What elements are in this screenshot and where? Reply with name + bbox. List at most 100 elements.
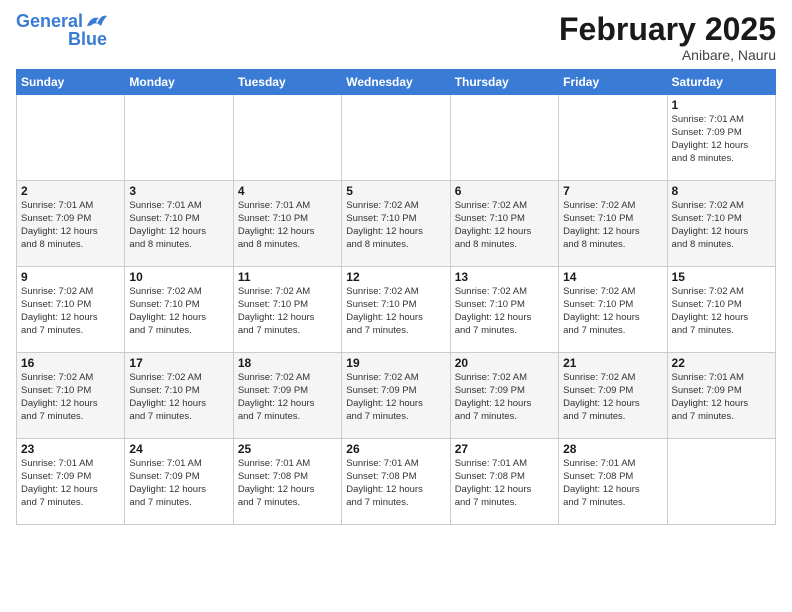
- day-number: 22: [672, 356, 771, 370]
- day-number: 11: [238, 270, 337, 284]
- day-cell: 1 Sunrise: 7:01 AM Sunset: 7:09 PM Daylig…: [667, 95, 775, 181]
- day-number: 7: [563, 184, 662, 198]
- day-cell: 6 Sunrise: 7:02 AM Sunset: 7:10 PM Daylig…: [450, 181, 558, 267]
- logo-blue-text: Blue: [68, 30, 107, 48]
- day-info: Sunrise: 7:02 AM Sunset: 7:10 PM Dayligh…: [563, 286, 662, 337]
- day-cell: [559, 95, 667, 181]
- calendar-table: SundayMondayTuesdayWednesdayThursdayFrid…: [16, 69, 776, 525]
- day-cell: 20 Sunrise: 7:02 AM Sunset: 7:09 PM Dayli…: [450, 353, 558, 439]
- day-cell: 4 Sunrise: 7:01 AM Sunset: 7:10 PM Daylig…: [233, 181, 341, 267]
- day-cell: 3 Sunrise: 7:01 AM Sunset: 7:10 PM Daylig…: [125, 181, 233, 267]
- header-saturday: Saturday: [667, 70, 775, 95]
- header-tuesday: Tuesday: [233, 70, 341, 95]
- day-number: 10: [129, 270, 228, 284]
- logo-text: General: [16, 12, 83, 30]
- day-number: 8: [672, 184, 771, 198]
- day-info: Sunrise: 7:01 AM Sunset: 7:09 PM Dayligh…: [21, 458, 120, 509]
- day-number: 6: [455, 184, 554, 198]
- header-sunday: Sunday: [17, 70, 125, 95]
- day-cell: 19 Sunrise: 7:02 AM Sunset: 7:09 PM Dayli…: [342, 353, 450, 439]
- day-cell: 15 Sunrise: 7:02 AM Sunset: 7:10 PM Dayli…: [667, 267, 775, 353]
- day-info: Sunrise: 7:02 AM Sunset: 7:10 PM Dayligh…: [672, 286, 771, 337]
- day-cell: [342, 95, 450, 181]
- day-info: Sunrise: 7:02 AM Sunset: 7:10 PM Dayligh…: [346, 200, 445, 251]
- calendar-header-row: SundayMondayTuesdayWednesdayThursdayFrid…: [17, 70, 776, 95]
- day-number: 28: [563, 442, 662, 456]
- day-cell: 10 Sunrise: 7:02 AM Sunset: 7:10 PM Dayli…: [125, 267, 233, 353]
- day-cell: 27 Sunrise: 7:01 AM Sunset: 7:08 PM Dayli…: [450, 439, 558, 525]
- day-cell: [233, 95, 341, 181]
- day-info: Sunrise: 7:02 AM Sunset: 7:10 PM Dayligh…: [129, 286, 228, 337]
- day-cell: 24Sunrise: 7:01 AM Sunset: 7:09 PM Dayli…: [125, 439, 233, 525]
- day-number: 15: [672, 270, 771, 284]
- calendar-title: February 2025: [559, 12, 776, 47]
- logo: General Blue: [16, 12, 107, 48]
- day-cell: 28 Sunrise: 7:01 AM Sunset: 7:08 PM Dayli…: [559, 439, 667, 525]
- header-wednesday: Wednesday: [342, 70, 450, 95]
- day-info: Sunrise: 7:01 AM Sunset: 7:10 PM Dayligh…: [238, 200, 337, 251]
- day-number: 20: [455, 356, 554, 370]
- day-info: Sunrise: 7:01 AM Sunset: 7:08 PM Dayligh…: [563, 458, 662, 509]
- day-info: Sunrise: 7:01 AM Sunset: 7:09 PM Dayligh…: [21, 200, 120, 251]
- logo-bird-icon: [85, 12, 107, 30]
- day-info: Sunrise: 7:01 AM Sunset: 7:09 PM Dayligh…: [672, 372, 771, 423]
- day-info: Sunrise: 7:02 AM Sunset: 7:09 PM Dayligh…: [346, 372, 445, 423]
- day-cell: 11 Sunrise: 7:02 AM Sunset: 7:10 PM Dayli…: [233, 267, 341, 353]
- day-cell: 17Sunrise: 7:02 AM Sunset: 7:10 PM Dayli…: [125, 353, 233, 439]
- day-info: Sunrise: 7:02 AM Sunset: 7:09 PM Dayligh…: [563, 372, 662, 423]
- header-monday: Monday: [125, 70, 233, 95]
- day-cell: 8 Sunrise: 7:02 AM Sunset: 7:10 PM Daylig…: [667, 181, 775, 267]
- header-thursday: Thursday: [450, 70, 558, 95]
- day-cell: 9 Sunrise: 7:02 AM Sunset: 7:10 PM Daylig…: [17, 267, 125, 353]
- day-cell: 5 Sunrise: 7:02 AM Sunset: 7:10 PM Daylig…: [342, 181, 450, 267]
- day-info: Sunrise: 7:02 AM Sunset: 7:10 PM Dayligh…: [455, 200, 554, 251]
- day-number: 14: [563, 270, 662, 284]
- day-number: 13: [455, 270, 554, 284]
- day-info: Sunrise: 7:02 AM Sunset: 7:10 PM Dayligh…: [238, 286, 337, 337]
- day-number: 16: [21, 356, 120, 370]
- day-number: 23: [21, 442, 120, 456]
- day-cell: 18 Sunrise: 7:02 AM Sunset: 7:09 PM Dayli…: [233, 353, 341, 439]
- day-number: 12: [346, 270, 445, 284]
- day-number: 5: [346, 184, 445, 198]
- day-cell: [125, 95, 233, 181]
- day-number: 18: [238, 356, 337, 370]
- title-block: February 2025 Anibare, Nauru: [559, 12, 776, 63]
- day-info: Sunrise: 7:02 AM Sunset: 7:10 PM Dayligh…: [21, 286, 120, 337]
- day-info: Sunrise: 7:02 AM Sunset: 7:09 PM Dayligh…: [238, 372, 337, 423]
- day-info: Sunrise: 7:02 AM Sunset: 7:10 PM Dayligh…: [563, 200, 662, 251]
- day-info: Sunrise: 7:02 AM Sunset: 7:09 PM Dayligh…: [455, 372, 554, 423]
- day-cell: 16Sunrise: 7:02 AM Sunset: 7:10 PM Dayli…: [17, 353, 125, 439]
- day-cell: 7 Sunrise: 7:02 AM Sunset: 7:10 PM Daylig…: [559, 181, 667, 267]
- day-info: Sunrise: 7:01 AM Sunset: 7:09 PM Dayligh…: [672, 114, 771, 165]
- day-info: Sunrise: 7:01 AM Sunset: 7:09 PM Dayligh…: [129, 458, 228, 509]
- day-number: 27: [455, 442, 554, 456]
- day-cell: 12 Sunrise: 7:02 AM Sunset: 7:10 PM Dayli…: [342, 267, 450, 353]
- day-cell: [667, 439, 775, 525]
- day-number: 19: [346, 356, 445, 370]
- day-info: Sunrise: 7:02 AM Sunset: 7:10 PM Dayligh…: [672, 200, 771, 251]
- day-info: Sunrise: 7:01 AM Sunset: 7:10 PM Dayligh…: [129, 200, 228, 251]
- day-cell: [17, 95, 125, 181]
- day-number: 9: [21, 270, 120, 284]
- day-cell: 25Sunrise: 7:01 AM Sunset: 7:08 PM Dayli…: [233, 439, 341, 525]
- day-info: Sunrise: 7:01 AM Sunset: 7:08 PM Dayligh…: [238, 458, 337, 509]
- day-info: Sunrise: 7:02 AM Sunset: 7:10 PM Dayligh…: [346, 286, 445, 337]
- day-number: 4: [238, 184, 337, 198]
- week-row-3: 9 Sunrise: 7:02 AM Sunset: 7:10 PM Daylig…: [17, 267, 776, 353]
- day-cell: [450, 95, 558, 181]
- week-row-4: 16Sunrise: 7:02 AM Sunset: 7:10 PM Dayli…: [17, 353, 776, 439]
- day-number: 26: [346, 442, 445, 456]
- day-cell: 14 Sunrise: 7:02 AM Sunset: 7:10 PM Dayli…: [559, 267, 667, 353]
- day-cell: 13Sunrise: 7:02 AM Sunset: 7:10 PM Dayli…: [450, 267, 558, 353]
- day-info: Sunrise: 7:01 AM Sunset: 7:08 PM Dayligh…: [455, 458, 554, 509]
- day-cell: 26Sunrise: 7:01 AM Sunset: 7:08 PM Dayli…: [342, 439, 450, 525]
- week-row-1: 1 Sunrise: 7:01 AM Sunset: 7:09 PM Daylig…: [17, 95, 776, 181]
- day-cell: 21Sunrise: 7:02 AM Sunset: 7:09 PM Dayli…: [559, 353, 667, 439]
- week-row-5: 23 Sunrise: 7:01 AM Sunset: 7:09 PM Dayli…: [17, 439, 776, 525]
- day-cell: 22 Sunrise: 7:01 AM Sunset: 7:09 PM Dayli…: [667, 353, 775, 439]
- day-number: 17: [129, 356, 228, 370]
- header-friday: Friday: [559, 70, 667, 95]
- day-number: 1: [672, 98, 771, 112]
- day-number: 3: [129, 184, 228, 198]
